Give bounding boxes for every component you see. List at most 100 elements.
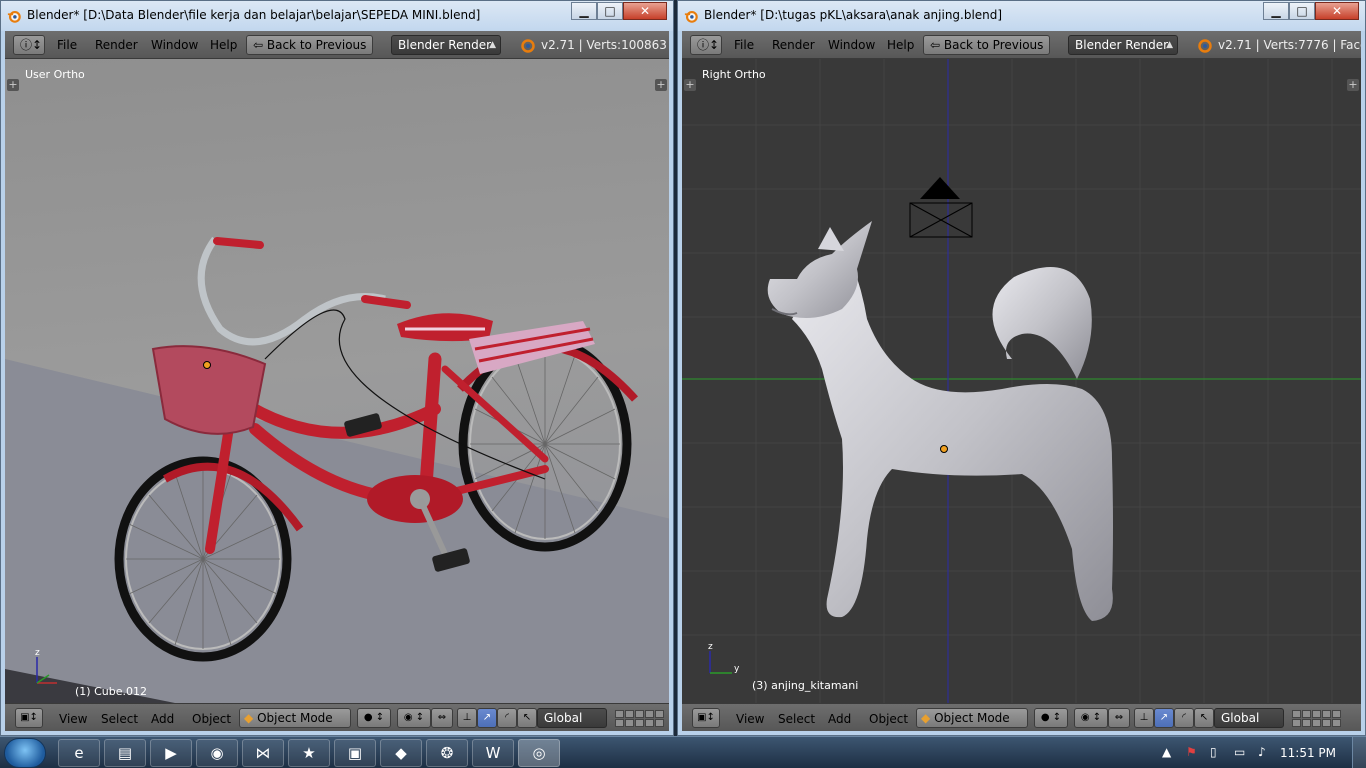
mode-value: Object Mode bbox=[934, 711, 1010, 725]
back-to-previous-button[interactable]: ⇦ Back to Previous bbox=[923, 35, 1051, 55]
dog-model[interactable] bbox=[752, 209, 1152, 629]
scene-stats: v2.71 | Verts:7776 | Faces bbox=[1218, 38, 1361, 52]
menu-render[interactable]: Render bbox=[772, 37, 815, 53]
grip-left bbox=[213, 237, 264, 249]
menu-select[interactable]: Select bbox=[778, 711, 815, 727]
orientation-value: Global bbox=[544, 711, 583, 725]
object-origin-dot bbox=[940, 445, 948, 453]
cube-icon: ◆ bbox=[244, 711, 254, 725]
menu-add[interactable]: Add bbox=[828, 711, 851, 727]
manipulator-toggle-icon[interactable]: ⇔ bbox=[431, 708, 453, 728]
manipulator-extra-icon[interactable]: ↖ bbox=[517, 708, 537, 728]
transform-orientation-select[interactable]: Global bbox=[537, 708, 607, 728]
handlebar bbox=[197, 236, 386, 346]
show-hidden-icons-icon[interactable]: ▲ bbox=[1162, 745, 1171, 759]
manipulator-toggle-icon[interactable]: ⇔ bbox=[1108, 708, 1130, 728]
file-explorer-icon[interactable]: ▤ bbox=[104, 739, 146, 767]
internet-explorer-icon[interactable]: e bbox=[58, 739, 100, 767]
windows-explorer-icon[interactable]: ▣ bbox=[334, 739, 376, 767]
close-button[interactable]: ✕ bbox=[623, 2, 667, 20]
editor-type-info-icon[interactable]: ⓘ↕ bbox=[690, 35, 722, 55]
dropdown-arrows-icon: ▲ bbox=[489, 40, 496, 50]
start-button[interactable] bbox=[4, 738, 46, 768]
firefox-icon[interactable]: ❂ bbox=[426, 739, 468, 767]
manipulator-extra-icon[interactable]: ↖ bbox=[1194, 708, 1214, 728]
menu-add[interactable]: Add bbox=[151, 711, 174, 727]
back-to-previous-button[interactable]: ⇦ Back to Previous bbox=[246, 35, 374, 55]
chrome-icon[interactable]: ◉ bbox=[196, 739, 238, 767]
network-icon[interactable]: ▭ bbox=[1234, 745, 1245, 759]
menu-object[interactable]: Object bbox=[192, 711, 231, 727]
editor-type-button[interactable]: ▣↕ bbox=[15, 708, 43, 728]
transform-orientation-select[interactable]: Global bbox=[1214, 708, 1284, 728]
menu-render[interactable]: Render bbox=[95, 37, 138, 53]
render-engine-select[interactable]: Blender Render ▲ bbox=[391, 35, 501, 55]
scale-manipulator-icon[interactable]: ◜ bbox=[497, 708, 517, 728]
bicycle-model[interactable] bbox=[5, 59, 669, 703]
menu-help[interactable]: Help bbox=[887, 37, 914, 53]
pivot-point-select[interactable]: ◉ ↕ bbox=[397, 708, 431, 728]
blender-logo-icon bbox=[684, 10, 698, 23]
device-icon[interactable]: ▯ bbox=[1210, 745, 1217, 759]
cube-icon: ◆ bbox=[921, 711, 931, 725]
maximize-button[interactable]: □ bbox=[597, 2, 623, 20]
editor-type-info-icon[interactable]: ⓘ↕ bbox=[13, 35, 45, 55]
layer-buttons[interactable] bbox=[615, 710, 664, 727]
menu-window[interactable]: Window bbox=[151, 37, 198, 53]
menu-object[interactable]: Object bbox=[869, 711, 908, 727]
menu-select[interactable]: Select bbox=[101, 711, 138, 727]
title-bar[interactable]: Blender* [D:\tugas pKL\aksara\anak anjin… bbox=[678, 1, 1365, 31]
properties-toggle-icon[interactable]: + bbox=[1347, 79, 1359, 91]
3d-viewport[interactable]: User Ortho + + z (1) Cube.012 bbox=[5, 59, 669, 703]
media-player-icon[interactable]: ▶ bbox=[150, 739, 192, 767]
pedal-front bbox=[432, 548, 470, 572]
visual-studio-icon[interactable]: ⋈ bbox=[242, 739, 284, 767]
viewport-shading-select[interactable]: ● ↕ bbox=[357, 708, 391, 728]
rotate-manipulator-icon[interactable]: ↗ bbox=[477, 708, 497, 728]
editor-type-button[interactable]: ▣↕ bbox=[692, 708, 720, 728]
menu-view[interactable]: View bbox=[736, 711, 764, 727]
action-center-flag-icon[interactable]: ⚑ bbox=[1186, 745, 1197, 759]
menu-file[interactable]: File bbox=[734, 37, 754, 53]
blender-window-dog[interactable]: Blender* [D:\tugas pKL\aksara\anak anjin… bbox=[677, 0, 1366, 736]
minimize-button[interactable]: ▁ bbox=[571, 2, 597, 20]
translate-manipulator-icon[interactable]: ⊥ bbox=[1134, 708, 1154, 728]
window-title: Blender* [D:\tugas pKL\aksara\anak anjin… bbox=[704, 8, 1003, 22]
menu-window[interactable]: Window bbox=[828, 37, 875, 53]
clock[interactable]: 11:51 PM bbox=[1280, 746, 1336, 760]
minimize-button[interactable]: ▁ bbox=[1263, 2, 1289, 20]
pivot-point-select[interactable]: ◉ ↕ bbox=[1074, 708, 1108, 728]
scale-manipulator-icon[interactable]: ◜ bbox=[1174, 708, 1194, 728]
scene-stats: v2.71 | Verts:100863 | F bbox=[541, 38, 669, 52]
menu-file[interactable]: File bbox=[57, 37, 77, 53]
favorites-icon[interactable]: ★ bbox=[288, 739, 330, 767]
close-button[interactable]: ✕ bbox=[1315, 2, 1359, 20]
svg-text:z: z bbox=[708, 642, 713, 652]
toolshelf-toggle-icon[interactable]: + bbox=[684, 79, 696, 91]
back-to-previous-label: Back to Previous bbox=[266, 38, 367, 52]
viewport-shading-select[interactable]: ● ↕ bbox=[1034, 708, 1068, 728]
rotate-manipulator-icon[interactable]: ↗ bbox=[1154, 708, 1174, 728]
svg-text:y: y bbox=[734, 664, 740, 674]
view-label: Right Ortho bbox=[702, 68, 766, 81]
translate-manipulator-icon[interactable]: ⊥ bbox=[457, 708, 477, 728]
menu-help[interactable]: Help bbox=[210, 37, 237, 53]
axis-gizmo: z bbox=[35, 648, 57, 684]
blender-window-bicycle[interactable]: Blender* [D:\Data Blender\file kerja dan… bbox=[0, 0, 674, 736]
maximize-button[interactable]: □ bbox=[1289, 2, 1315, 20]
word-icon[interactable]: W bbox=[472, 739, 514, 767]
back-to-previous-label: Back to Previous bbox=[943, 38, 1044, 52]
svg-text:z: z bbox=[35, 648, 40, 658]
blender-logo-icon bbox=[7, 10, 21, 23]
show-desktop-button[interactable] bbox=[1352, 737, 1366, 768]
render-engine-select[interactable]: Blender Render ▲ bbox=[1068, 35, 1178, 55]
mode-select[interactable]: ◆ Object Mode bbox=[916, 708, 1028, 728]
layer-buttons[interactable] bbox=[1292, 710, 1341, 727]
menu-view[interactable]: View bbox=[59, 711, 87, 727]
mode-select[interactable]: ◆ Object Mode bbox=[239, 708, 351, 728]
title-bar[interactable]: Blender* [D:\Data Blender\file kerja dan… bbox=[1, 1, 673, 31]
app-icon[interactable]: ◆ bbox=[380, 739, 422, 767]
3d-viewport[interactable]: Right Ortho + + z y (3) anjing_kitamani bbox=[682, 59, 1361, 703]
blender-icon[interactable]: ◎ bbox=[518, 739, 560, 767]
volume-icon[interactable]: ♪ bbox=[1258, 745, 1266, 759]
